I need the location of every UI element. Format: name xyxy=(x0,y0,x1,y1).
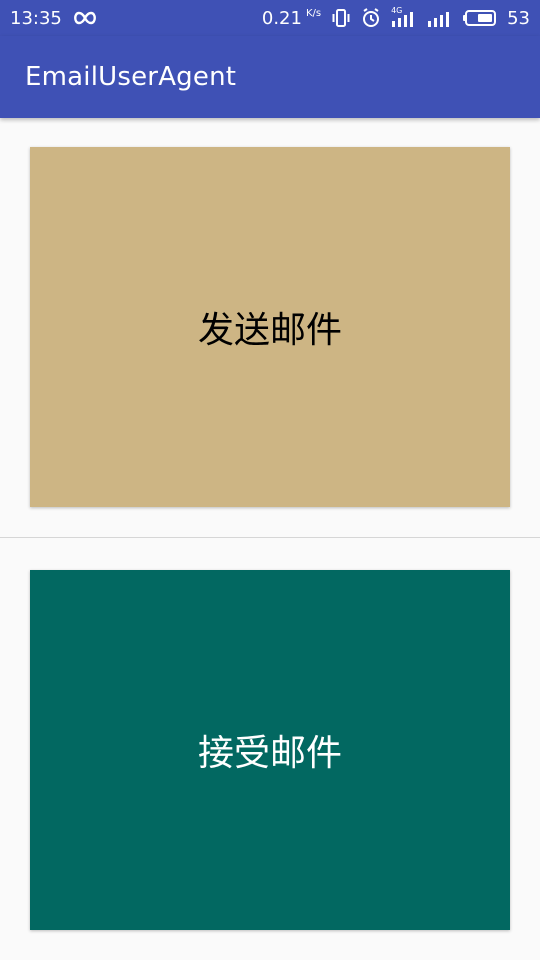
receive-email-label: 接受邮件 xyxy=(197,733,342,774)
signal-4g-icon: 4G xyxy=(391,6,417,27)
alarm-icon xyxy=(361,8,381,28)
status-bar: 13:35 0.21 K/s 4G 53 xyxy=(0,0,540,36)
vibrate-icon xyxy=(331,8,351,28)
receive-email-button[interactable]: 接受邮件 xyxy=(30,570,510,930)
net-speed: 0.21 K/s xyxy=(262,8,321,29)
send-email-button[interactable]: 发送邮件 xyxy=(30,147,510,507)
infinity-icon xyxy=(72,11,98,25)
net-speed-value: 0.21 xyxy=(261,7,302,29)
signal-icon xyxy=(427,9,453,27)
status-left: 13:35 xyxy=(10,0,98,36)
net-speed-unit: K/s xyxy=(305,8,322,19)
signal-4g-label: 4G xyxy=(391,6,403,15)
battery-percent: 53 xyxy=(507,7,530,29)
battery-icon xyxy=(463,9,497,27)
app-bar: EmailUserAgent xyxy=(0,36,540,118)
status-right: 0.21 K/s 4G 53 xyxy=(262,0,530,36)
main-content: 发送邮件 接受邮件 xyxy=(0,118,540,960)
status-time: 13:35 xyxy=(10,7,62,29)
divider xyxy=(0,537,540,538)
send-email-label: 发送邮件 xyxy=(197,310,342,351)
app-title: EmailUserAgent xyxy=(25,62,237,92)
